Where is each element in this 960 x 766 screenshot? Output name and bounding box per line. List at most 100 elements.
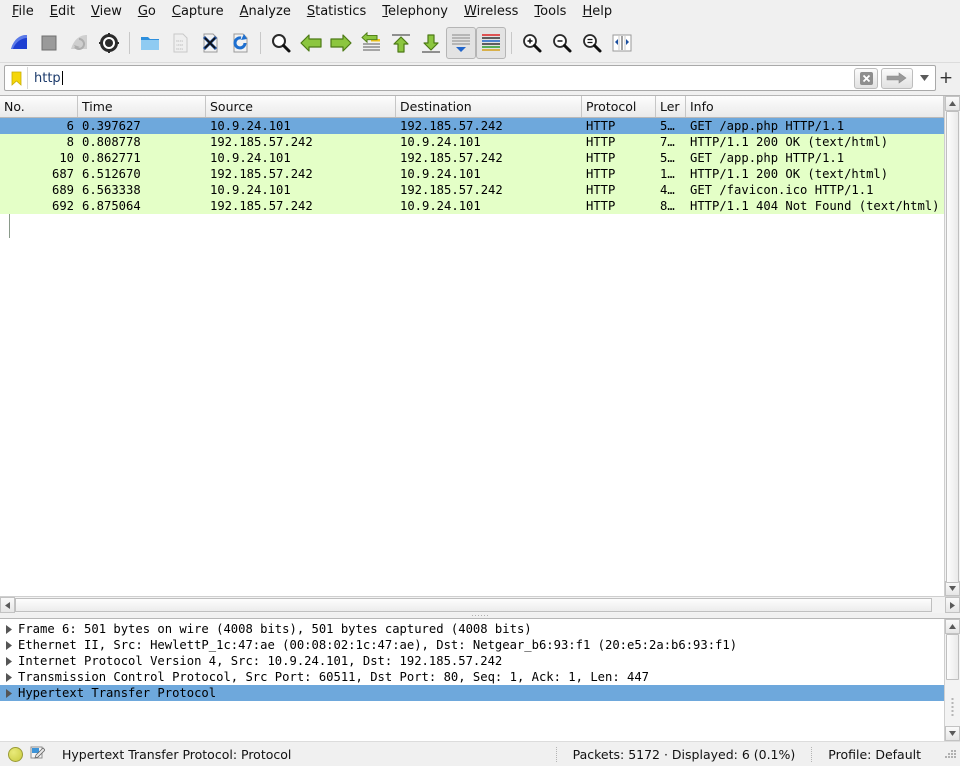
go-to-packet-icon[interactable]	[356, 27, 386, 59]
detail-row[interactable]: Ethernet II, Src: HewlettP_1c:47:ae (00:…	[0, 637, 944, 653]
bookmark-icon[interactable]	[5, 67, 28, 89]
go-forward-icon[interactable]	[326, 27, 356, 59]
clear-filter-button[interactable]	[854, 67, 878, 89]
menu-telephony[interactable]: Telephony	[374, 2, 456, 22]
start-capture-icon[interactable]	[4, 27, 34, 59]
menu-statistics[interactable]: Statistics	[299, 2, 374, 22]
menu-view[interactable]: View	[83, 2, 130, 22]
expand-triangle-icon[interactable]	[0, 672, 18, 682]
restart-capture-icon[interactable]	[64, 27, 94, 59]
filter-buttons	[854, 67, 935, 89]
column-header-destination[interactable]: Destination	[396, 96, 582, 117]
menu-go[interactable]: Go	[130, 2, 164, 22]
packet-row[interactable]: 689 6.563338 10.9.24.101 192.185.57.242 HTTP…	[0, 182, 944, 198]
packet-cell-length: 8…	[660, 199, 675, 213]
menu-tools[interactable]: Tools	[526, 2, 574, 22]
scroll-thumb[interactable]	[946, 111, 959, 583]
go-last-packet-icon[interactable]	[416, 27, 446, 59]
go-back-icon[interactable]	[296, 27, 326, 59]
selected-field-label: Hypertext Transfer Protocol: Protocol	[62, 746, 292, 762]
packet-cell-destination: 192.185.57.242	[400, 183, 503, 197]
detail-row[interactable]: Internet Protocol Version 4, Src: 10.9.2…	[0, 653, 944, 669]
detail-row[interactable]: Frame 6: 501 bytes on wire (4008 bits), …	[0, 621, 944, 637]
capture-options-icon[interactable]	[94, 27, 124, 59]
capture-comment-icon[interactable]	[30, 745, 46, 763]
go-first-packet-icon[interactable]	[386, 27, 416, 59]
hscroll-track[interactable]	[15, 597, 945, 613]
display-filter-input[interactable]: http	[4, 65, 936, 91]
packet-row[interactable]: 687 6.512670 192.185.57.242 10.9.24.101 HTTP…	[0, 166, 944, 182]
scroll-right-button[interactable]	[945, 597, 960, 613]
zoom-reset-icon[interactable]	[577, 27, 607, 59]
filter-history-dropdown[interactable]	[916, 69, 932, 88]
packet-cell-no: 8	[66, 135, 74, 149]
toolbar-separator	[129, 32, 130, 54]
detail-row[interactable]: Transmission Control Protocol, Src Port:…	[0, 669, 944, 685]
open-file-icon[interactable]	[135, 27, 165, 59]
packet-cell-info: HTTP/1.1 200 OK (text/html)	[690, 135, 889, 149]
colorize-icon[interactable]	[476, 27, 506, 59]
packet-row[interactable]: 6 0.397627 10.9.24.101 192.185.57.242 HTTP 5……	[0, 118, 944, 134]
scroll-track[interactable]	[945, 634, 960, 726]
expand-triangle-icon[interactable]	[0, 624, 18, 634]
packet-cell-info: GET /app.php HTTP/1.1	[690, 151, 845, 165]
scroll-track[interactable]	[945, 111, 960, 583]
zoom-in-icon[interactable]	[517, 27, 547, 59]
profile-label[interactable]: Profile: Default	[811, 746, 937, 762]
menu-analyze[interactable]: Analyze	[232, 2, 299, 22]
packet-list-hscrollbar[interactable]	[0, 596, 960, 613]
find-packet-icon[interactable]	[266, 27, 296, 59]
scroll-down-button[interactable]	[945, 726, 960, 741]
expert-info-icon[interactable]	[8, 746, 23, 762]
detail-row-label: Ethernet II, Src: HewlettP_1c:47:ae (00:…	[18, 638, 738, 652]
hscroll-thumb[interactable]	[15, 598, 932, 612]
menu-capture[interactable]: Capture	[164, 2, 232, 22]
packet-row[interactable]: 10 0.862771 10.9.24.101 192.185.57.242 HTTP 5…	[0, 150, 944, 166]
resize-grip[interactable]	[943, 747, 957, 761]
packet-cell-no: 692	[51, 199, 74, 213]
column-header-protocol[interactable]: Protocol	[582, 96, 656, 117]
expand-triangle-icon[interactable]	[0, 688, 18, 698]
packet-cell-destination: 192.185.57.242	[400, 119, 503, 133]
reload-file-icon[interactable]	[225, 27, 255, 59]
packet-detail-scrollbar[interactable]	[944, 619, 960, 741]
scroll-up-button[interactable]	[945, 96, 960, 111]
menu-wireless[interactable]: Wireless	[456, 2, 526, 22]
apply-filter-button[interactable]	[881, 67, 913, 89]
detail-row[interactable]: Hypertext Transfer Protocol	[0, 685, 944, 701]
packet-cell-length: 7…	[660, 135, 675, 149]
expand-triangle-icon[interactable]	[0, 656, 18, 666]
packet-cell-no: 687	[51, 167, 74, 181]
menu-file[interactable]: File	[4, 2, 42, 22]
column-header-ler[interactable]: Ler	[656, 96, 686, 117]
column-header-no[interactable]: No.	[0, 96, 78, 117]
detail-row-label: Transmission Control Protocol, Src Port:…	[18, 670, 650, 684]
expand-triangle-icon[interactable]	[0, 640, 18, 650]
scroll-left-button[interactable]	[0, 597, 15, 613]
scroll-up-button[interactable]	[945, 619, 960, 634]
packet-row[interactable]: 8 0.808778 192.185.57.242 10.9.24.101 HTTP 7……	[0, 134, 944, 150]
column-header-time[interactable]: Time	[78, 96, 206, 117]
packet-list-scrollbar[interactable]	[944, 96, 960, 596]
packet-row[interactable]: 692 6.875064 192.185.57.242 10.9.24.101 HTTP…	[0, 198, 944, 214]
filter-text[interactable]: http	[28, 70, 854, 86]
zoom-out-icon[interactable]	[547, 27, 577, 59]
packet-cell-time: 0.397627	[82, 119, 141, 133]
save-file-icon[interactable]: 0101 1010 0101	[165, 27, 195, 59]
add-filter-button[interactable]: +	[936, 66, 956, 90]
scroll-down-button[interactable]	[945, 581, 960, 596]
scroll-thumb[interactable]	[946, 634, 959, 680]
auto-scroll-icon[interactable]	[446, 27, 476, 59]
detail-row-label: Hypertext Transfer Protocol	[18, 686, 217, 700]
menu-help[interactable]: Help	[574, 2, 620, 22]
packet-cell-time: 0.808778	[82, 135, 141, 149]
stop-capture-icon[interactable]	[34, 27, 64, 59]
resize-columns-icon[interactable]	[607, 27, 637, 59]
packet-detail-tree[interactable]: Frame 6: 501 bytes on wire (4008 bits), …	[0, 619, 944, 741]
menu-bar: File Edit View Go Capture Analyze Statistics Te…	[0, 0, 960, 24]
text-caret	[61, 70, 63, 85]
menu-edit[interactable]: Edit	[42, 2, 83, 22]
column-header-source[interactable]: Source	[206, 96, 396, 117]
close-file-icon[interactable]	[195, 27, 225, 59]
column-header-info[interactable]: Info	[686, 96, 944, 117]
